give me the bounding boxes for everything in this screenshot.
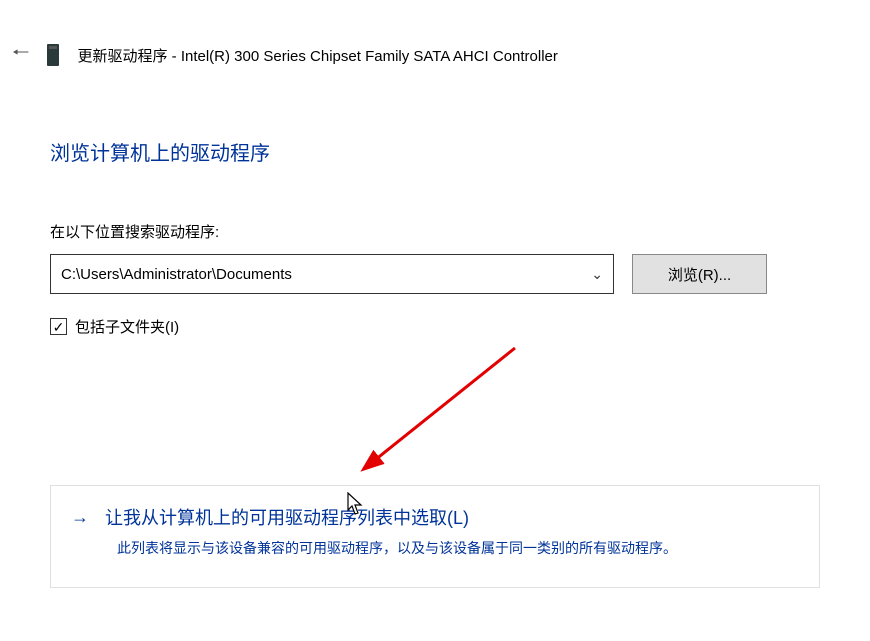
- path-combobox[interactable]: C:\Users\Administrator\Documents ⌄: [50, 254, 614, 294]
- include-subfolders-label: 包括子文件夹(I): [75, 316, 179, 337]
- include-subfolders-checkbox[interactable]: [50, 318, 67, 335]
- path-value: C:\Users\Administrator\Documents: [61, 266, 292, 283]
- option-description: 此列表将显示与该设备兼容的可用驱动程序，以及与该设备属于同一类别的所有驱动程序。: [117, 538, 799, 559]
- search-location-label: 在以下位置搜索驱动程序:: [50, 221, 820, 242]
- option-title: 让我从计算机上的可用驱动程序列表中选取(L): [105, 504, 469, 530]
- chevron-down-icon: ⌄: [591, 266, 603, 283]
- pick-from-list-option[interactable]: → 让我从计算机上的可用驱动程序列表中选取(L) 此列表将显示与该设备兼容的可用…: [50, 485, 820, 588]
- arrow-right-icon: →: [71, 507, 89, 528]
- page-heading: 浏览计算机上的驱动程序: [50, 137, 820, 166]
- browse-button[interactable]: 浏览(R)...: [632, 254, 767, 294]
- window-title: 更新驱动程序 - Intel(R) 300 Series Chipset Fam…: [77, 45, 557, 66]
- device-icon: [47, 44, 59, 66]
- back-button[interactable]: 🠐: [12, 38, 29, 72]
